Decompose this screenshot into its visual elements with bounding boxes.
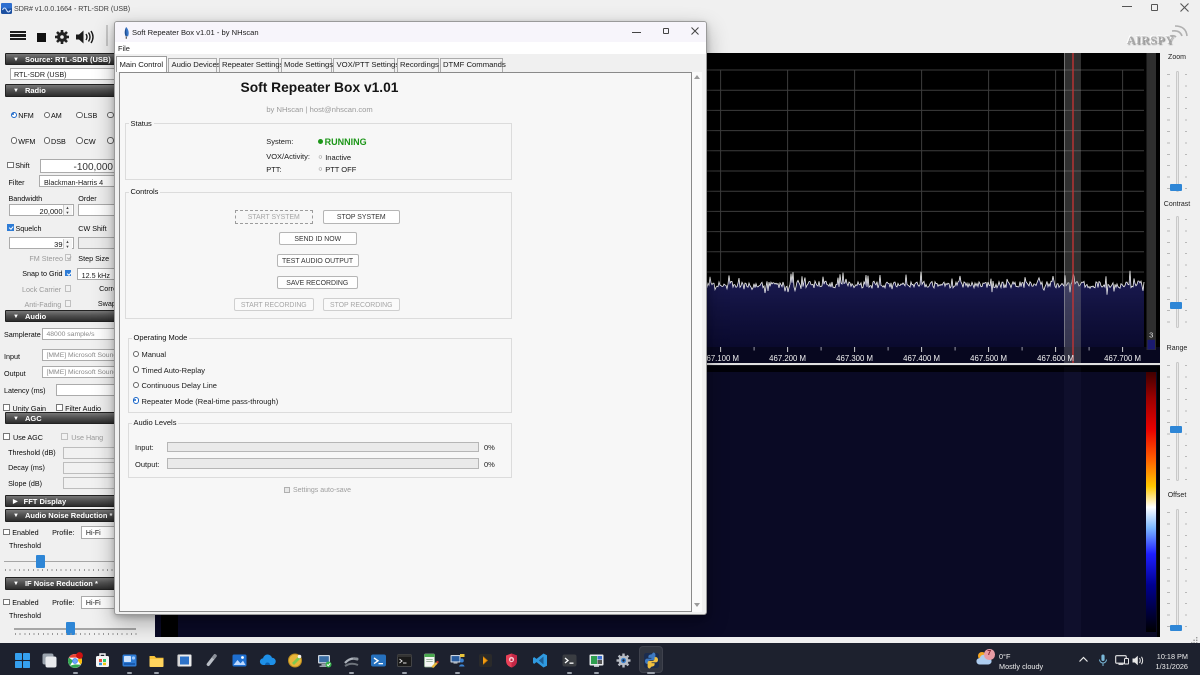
svg-text:467.500 M: 467.500 M — [970, 354, 1007, 363]
svg-text:3: 3 — [1149, 331, 1153, 340]
svg-text:467.700 M: 467.700 M — [1104, 354, 1141, 363]
svg-text:467.300 M: 467.300 M — [836, 354, 873, 363]
svg-text:467.100 M: 467.100 M — [702, 354, 739, 363]
svg-text:467.400 M: 467.400 M — [903, 354, 940, 363]
svg-text:467.600 M: 467.600 M — [1037, 354, 1074, 363]
svg-text:467.200 M: 467.200 M — [769, 354, 806, 363]
